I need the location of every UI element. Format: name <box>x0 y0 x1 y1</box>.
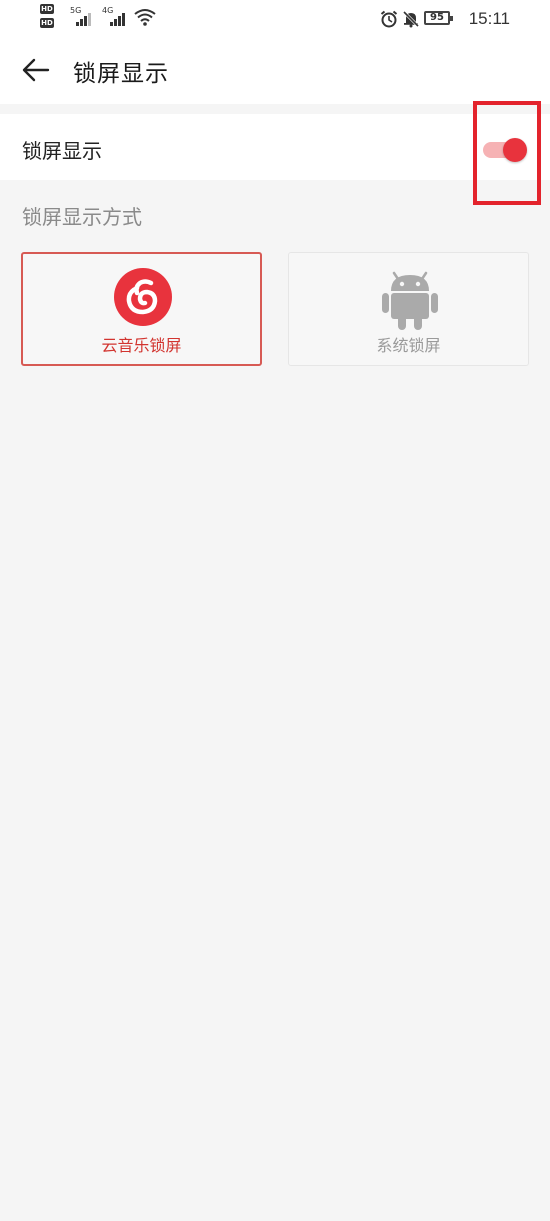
option-label: 系统锁屏 <box>376 336 441 355</box>
clock: 15:11 <box>468 9 510 28</box>
option-cloud-music-lockscreen[interactable]: 云音乐锁屏 <box>21 252 262 366</box>
option-system-lockscreen[interactable]: 系统锁屏 <box>288 252 529 366</box>
page-title: 锁屏显示 <box>73 61 169 87</box>
lockscreen-display-label: 锁屏显示 <box>22 139 102 163</box>
app-header: 锁屏显示 <box>0 38 550 104</box>
hd-badge-1: HD <box>40 4 54 14</box>
option-label: 云音乐锁屏 <box>101 336 182 355</box>
signal-bars-2-icon <box>110 12 130 26</box>
mute-bell-icon <box>402 10 420 28</box>
lockscreen-display-toggle[interactable] <box>481 138 527 162</box>
status-bar: HD HD 5G 4G 95 15:11 <box>0 0 550 38</box>
section-title: 锁屏显示方式 <box>22 205 142 229</box>
signal-bars-1-icon <box>76 12 96 26</box>
arrow-left-icon[interactable] <box>22 58 50 82</box>
hd-indicators: HD HD <box>40 4 68 28</box>
hd-badge-2: HD <box>40 18 54 28</box>
netease-music-icon <box>114 268 172 326</box>
battery-indicator: 95 <box>424 11 453 25</box>
lockscreen-display-row[interactable]: 锁屏显示 <box>0 114 550 180</box>
android-icon <box>382 271 438 330</box>
toggle-knob <box>503 138 527 162</box>
alarm-icon <box>380 10 398 28</box>
wifi-icon <box>134 9 156 26</box>
